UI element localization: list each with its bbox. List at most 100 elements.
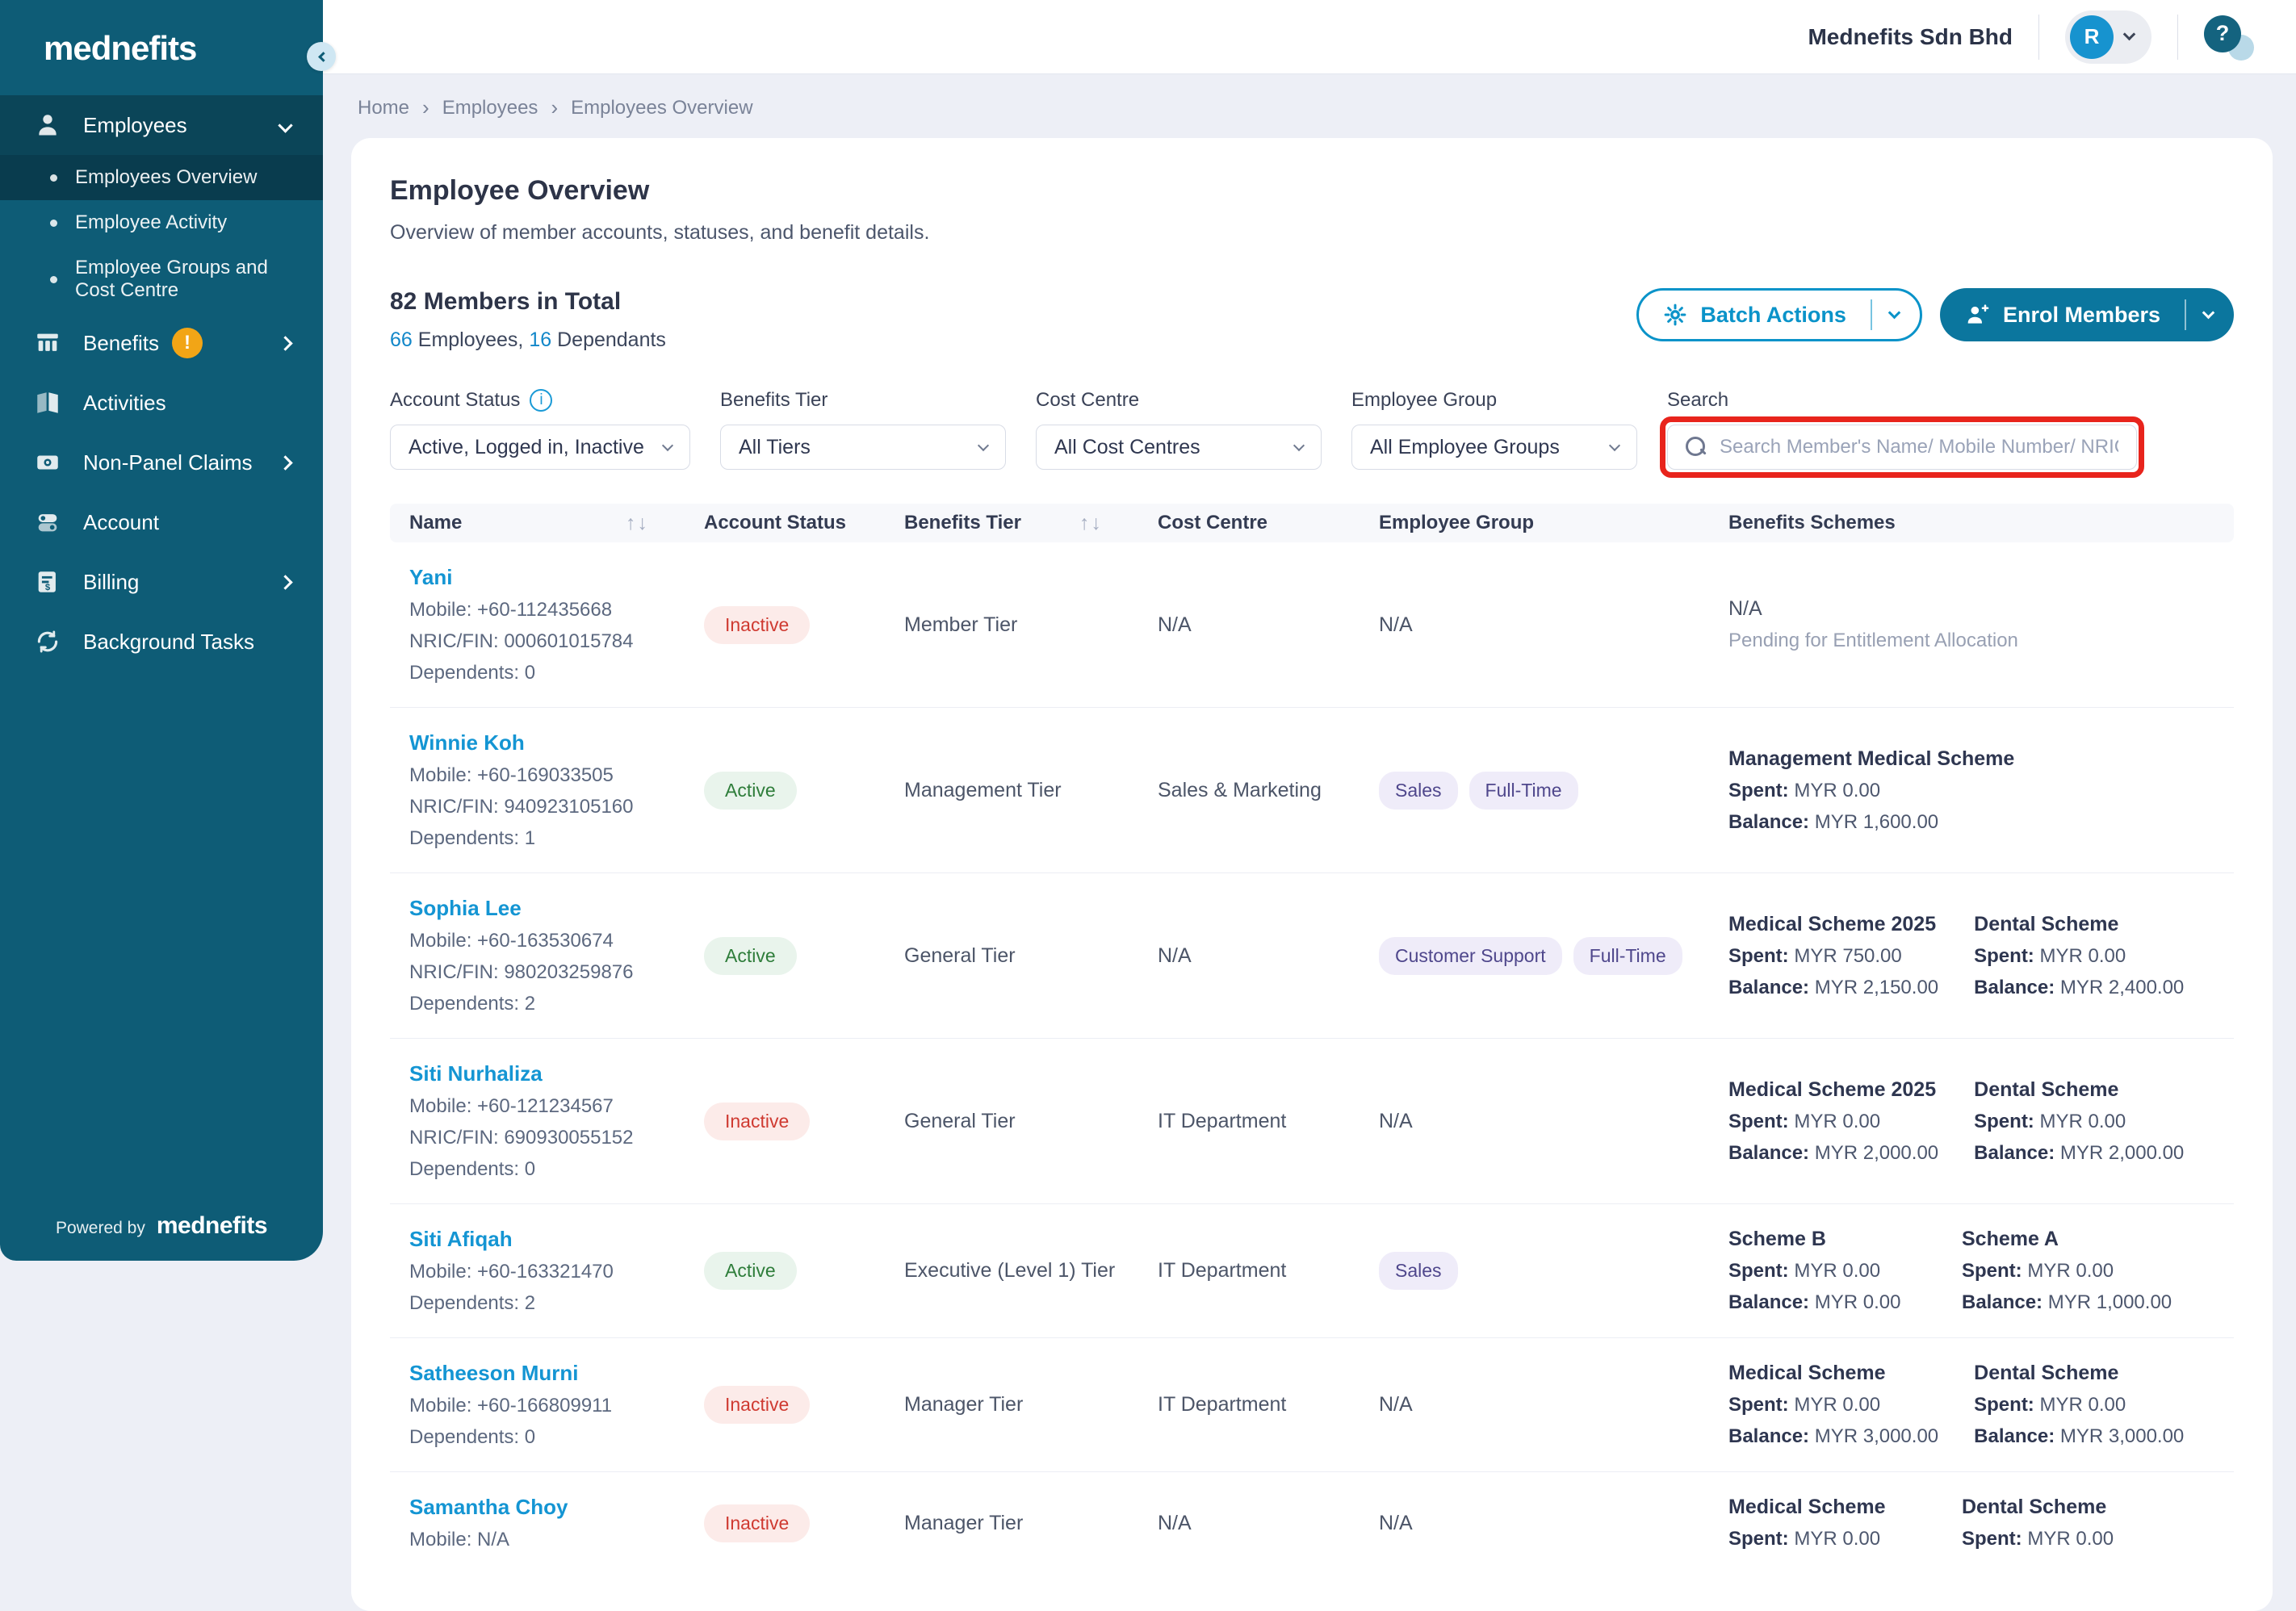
search-input[interactable] — [1720, 436, 2118, 458]
toggles-icon — [32, 508, 62, 538]
scheme-pending-note: Pending for Entitlement Allocation — [1728, 630, 2018, 652]
status-cell: Inactive — [704, 1103, 904, 1140]
scheme-name: Medical Scheme — [1728, 1496, 1926, 1519]
svg-text:$: $ — [44, 583, 50, 592]
help-question-icon: ? — [2204, 15, 2241, 52]
employee-group-cell: Sales Full-Time — [1379, 772, 1728, 810]
batch-actions-button[interactable]: Batch Actions — [1636, 288, 1922, 341]
sidebar-item-label: Background Tasks — [83, 630, 291, 655]
member-name-link[interactable]: Sophia Lee — [409, 896, 522, 921]
status-badge: Active — [704, 937, 797, 975]
cost-centre-select[interactable]: All Cost Centres — [1036, 425, 1322, 470]
employee-group-filter: Employee Group All Employee Groups — [1351, 389, 1637, 470]
status-badge: Active — [704, 1252, 797, 1290]
sort-control[interactable]: ↑↓ — [1079, 512, 1101, 535]
employee-group-label: Employee Group — [1351, 389, 1637, 412]
benefits-tier-value: All Tiers — [739, 436, 811, 459]
spent-label: Spent: — [1728, 1394, 1789, 1416]
tier-cell: Executive (Level 1) Tier — [904, 1259, 1158, 1283]
spent-label: Spent: — [1728, 945, 1789, 967]
table-header-row: Name ↑↓ Account Status Benefits Tier ↑↓ … — [390, 504, 2234, 542]
status-badge: Inactive — [704, 606, 810, 644]
sort-control[interactable]: ↑↓ — [626, 512, 647, 535]
mednefits-footer-logo: mednefits — [157, 1212, 267, 1240]
sync-icon — [32, 627, 62, 657]
status-cell: Inactive — [704, 1386, 904, 1424]
chevron-right-icon — [278, 575, 292, 589]
breadcrumb-home[interactable]: Home — [358, 97, 409, 119]
claims-card-icon — [32, 448, 62, 478]
scheme-name: Dental Scheme — [1974, 1078, 2184, 1102]
member-mobile: Mobile: N/A — [409, 1529, 704, 1551]
scheme-name: Scheme B — [1728, 1228, 1926, 1251]
scheme-block: Dental Scheme Spent: MYR 0.00 Balance: M… — [1974, 1078, 2184, 1165]
cost-centre-filter: Cost Centre All Cost Centres — [1036, 389, 1322, 470]
member-name-link[interactable]: Siti Afiqah — [409, 1227, 513, 1252]
chevron-down-icon — [662, 440, 673, 451]
sidebar-item-account[interactable]: Account — [0, 492, 323, 552]
name-cell: Yani Mobile: +60-112435668 NRIC/FIN: 000… — [409, 565, 704, 684]
sidebar-item-employee-activity[interactable]: Employee Activity — [0, 200, 323, 245]
company-name: Mednefits Sdn Bhd — [1808, 24, 2013, 50]
cost-centre-value: All Cost Centres — [1054, 436, 1200, 459]
cost-centre-cell: Sales & Marketing — [1158, 779, 1379, 802]
sidebar-item-activities[interactable]: Activities — [0, 373, 323, 433]
account-menu-button[interactable]: R — [2065, 10, 2151, 64]
spent-value: MYR 0.00 — [1794, 780, 1880, 801]
sidebar-item-background-tasks[interactable]: Background Tasks — [0, 612, 323, 672]
spent-value: MYR 0.00 — [1794, 1528, 1880, 1550]
group-badge: Customer Support — [1379, 937, 1562, 975]
sidebar-item-employees[interactable]: Employees — [0, 95, 323, 155]
topbar: Mednefits Sdn Bhd R ? — [323, 0, 2296, 74]
sidebar-item-label: Billing — [83, 570, 259, 595]
sidebar-item-employees-overview[interactable]: Employees Overview — [0, 155, 323, 200]
gear-icon — [1663, 303, 1687, 327]
employees-count: 66 — [390, 328, 413, 351]
account-status-label: Account Status i — [390, 389, 690, 412]
scheme-na: N/A — [1728, 597, 2018, 621]
sidebar-item-employee-groups[interactable]: Employee Groups and Cost Centre — [0, 245, 323, 313]
benefits-tier-select[interactable]: All Tiers — [720, 425, 1006, 470]
tier-cell: Management Tier — [904, 779, 1158, 802]
powered-by-label: Powered by — [56, 1219, 145, 1238]
billing-receipt-icon: $ — [32, 567, 62, 597]
sidebar-item-non-panel-claims[interactable]: Non-Panel Claims — [0, 433, 323, 492]
breadcrumb-employees[interactable]: Employees — [442, 97, 538, 119]
member-dependents: Dependents: 0 — [409, 662, 704, 684]
group-badge: Full-Time — [1573, 937, 1682, 975]
breadcrumb-separator: › — [551, 95, 558, 120]
employee-group-cell: Sales — [1379, 1252, 1728, 1290]
member-name-link[interactable]: Samantha Choy — [409, 1495, 568, 1520]
enrol-members-button[interactable]: Enrol Members — [1940, 288, 2234, 341]
member-nric: NRIC/FIN: 000601015784 — [409, 630, 704, 653]
employee-group-select[interactable]: All Employee Groups — [1351, 425, 1637, 470]
person-plus-icon — [1964, 302, 1990, 328]
member-name-link[interactable]: Siti Nurhaliza — [409, 1061, 543, 1086]
member-name-link[interactable]: Satheeson Murni — [409, 1361, 578, 1386]
member-mobile: Mobile: +60-163530674 — [409, 930, 704, 952]
balance-value: MYR 1,000.00 — [2048, 1291, 2172, 1313]
account-status-select[interactable]: Active, Logged in, Inactive — [390, 425, 690, 470]
member-mobile: Mobile: +60-121234567 — [409, 1095, 704, 1118]
table-row: Yani Mobile: +60-112435668 NRIC/FIN: 000… — [390, 542, 2234, 708]
collapse-sidebar-button[interactable] — [307, 42, 336, 71]
member-name-link[interactable]: Yani — [409, 565, 452, 590]
help-button[interactable]: ? — [2204, 12, 2254, 62]
info-icon[interactable]: i — [530, 389, 552, 412]
balance-label: Balance: — [1974, 977, 2055, 998]
spent-label: Spent: — [1974, 1394, 2034, 1416]
table-row: Sophia Lee Mobile: +60-163530674 NRIC/FI… — [390, 873, 2234, 1039]
sidebar-item-billing[interactable]: $ Billing — [0, 552, 323, 612]
sidebar-nav: Employees Employees Overview Employee Ac… — [0, 95, 323, 672]
cost-centre-label: Cost Centre — [1036, 389, 1322, 412]
header-benefits-schemes: Benefits Schemes — [1728, 512, 2214, 534]
member-name-link[interactable]: Winnie Koh — [409, 730, 525, 755]
spent-value: MYR 0.00 — [2039, 1111, 2126, 1132]
account-status-filter: Account Status i Active, Logged in, Inac… — [390, 389, 690, 470]
header-employee-group: Employee Group — [1379, 512, 1728, 534]
member-dependents: Dependents: 0 — [409, 1158, 704, 1181]
sidebar-item-benefits[interactable]: Benefits ! — [0, 313, 323, 373]
search-filter: Search — [1667, 389, 2137, 470]
scheme-block: Medical Scheme 2025 Spent: MYR 0.00 Bala… — [1728, 1078, 1938, 1165]
employee-group-cell: N/A — [1379, 1110, 1728, 1133]
